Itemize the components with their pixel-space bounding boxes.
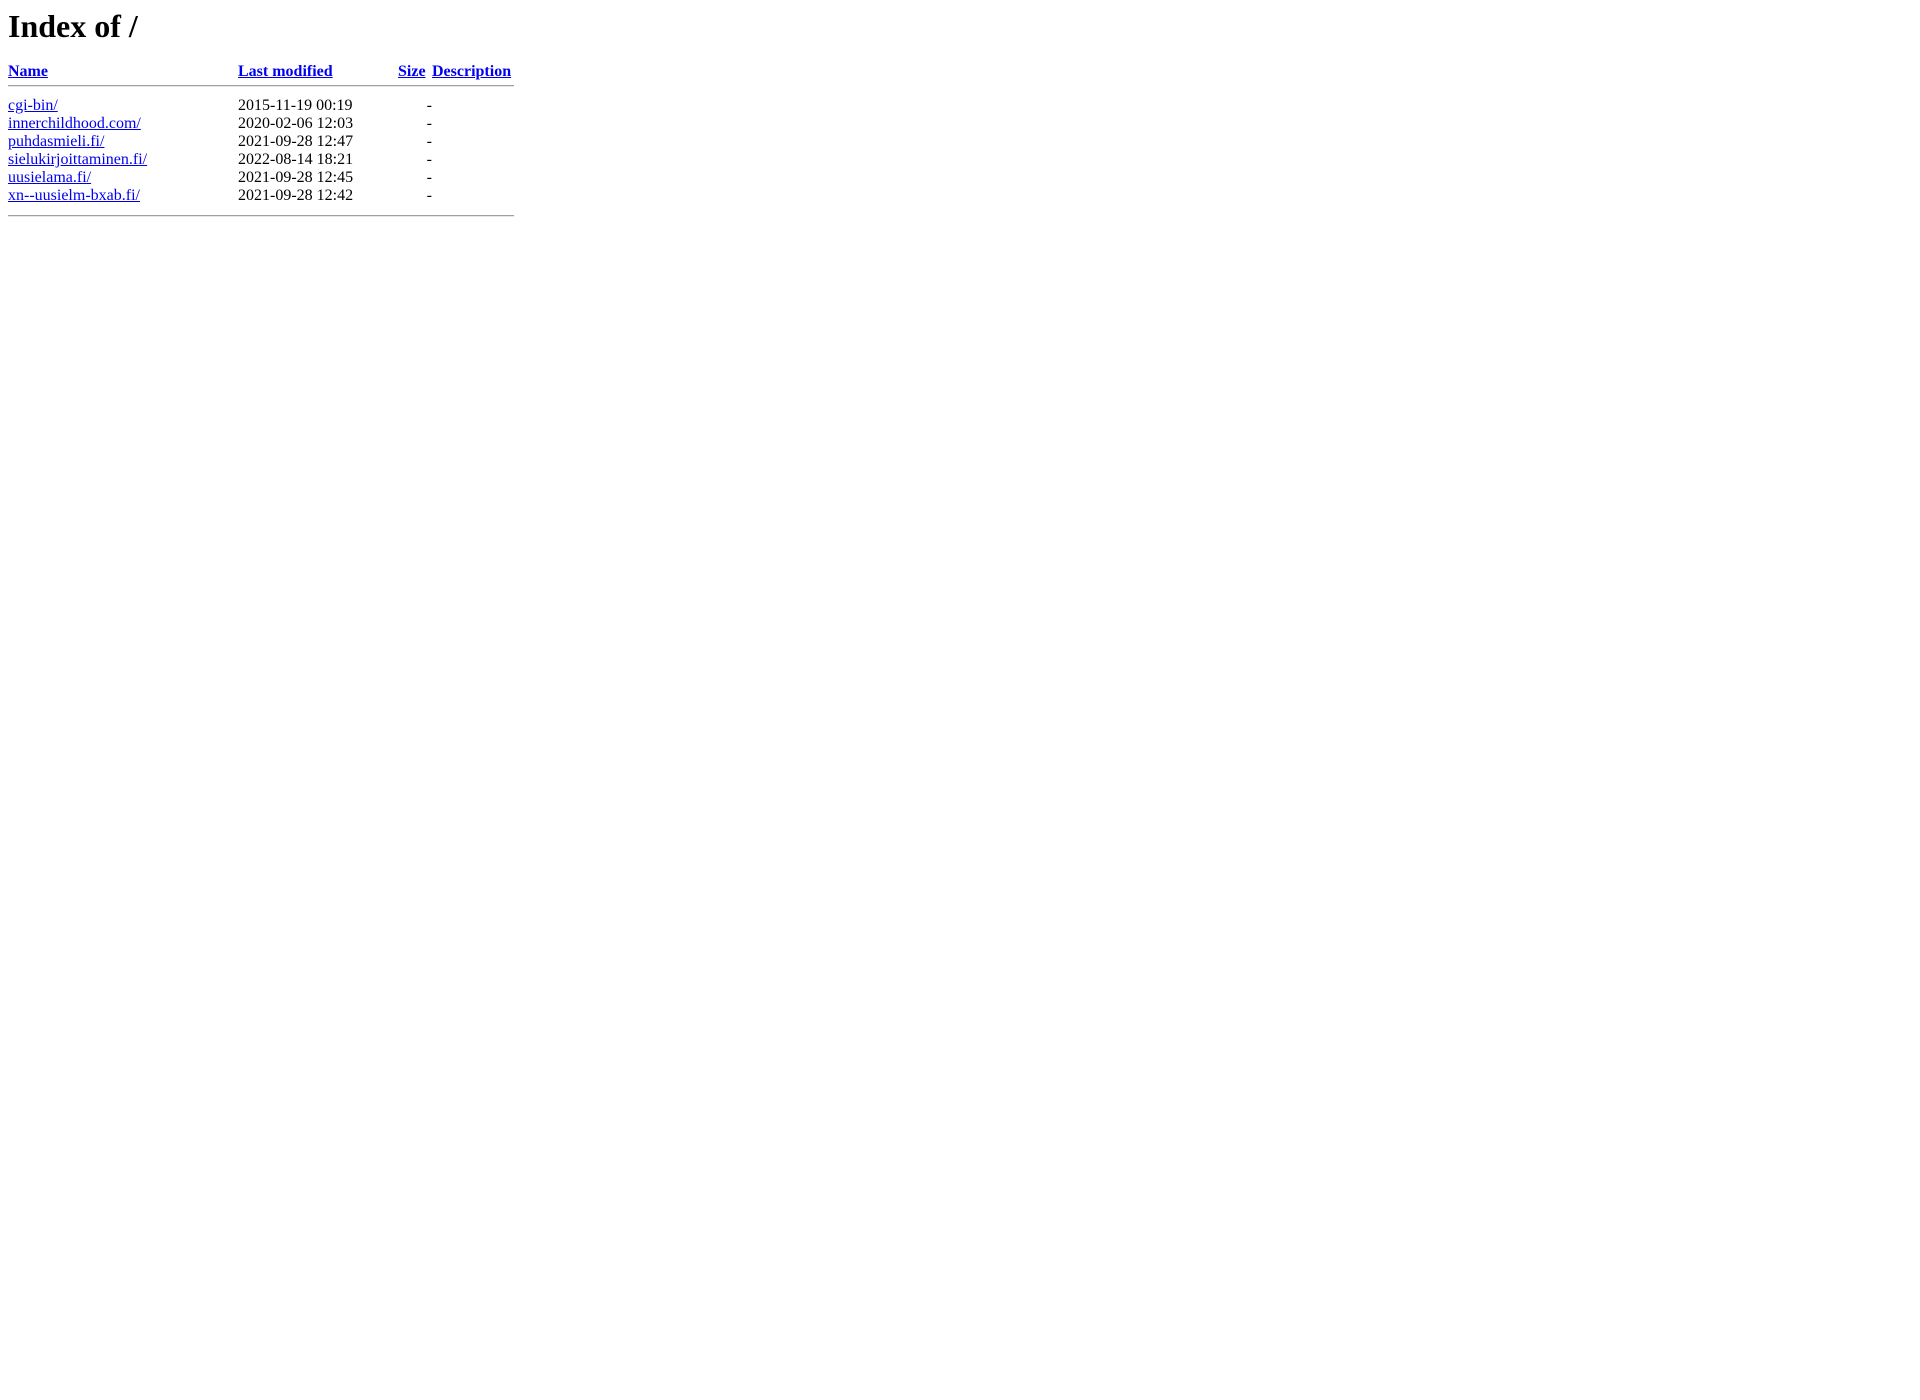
cell-description <box>432 151 514 169</box>
directory-link[interactable]: xn--uusielm-bxab.fi/ <box>8 187 140 204</box>
table-row: innerchildhood.com/2020-02-06 12:03 - <box>8 115 514 133</box>
cell-last-modified: 2020-02-06 12:03 <box>238 114 354 132</box>
table-row: cgi-bin/2015-11-19 00:19 - <box>8 97 514 115</box>
cell-name: sielukirjoittaminen.fi/ <box>8 151 238 169</box>
table-header-row: Name Last modified Size Description <box>8 63 514 81</box>
directory-link[interactable]: uusielama.fi/ <box>8 169 91 186</box>
horizontal-rule-top <box>8 84 514 87</box>
directory-link[interactable]: sielukirjoittaminen.fi/ <box>8 151 147 168</box>
header-separator-cell <box>8 81 514 91</box>
cell-size: - <box>426 96 432 114</box>
sort-by-name-link[interactable]: Name <box>8 63 48 80</box>
directory-link[interactable]: puhdasmieli.fi/ <box>8 133 104 150</box>
page-title: Index of / <box>8 8 138 44</box>
cell-size: - <box>426 150 432 168</box>
cell-last-modified: 2021-09-28 12:42 <box>238 186 354 204</box>
sort-by-description-link[interactable]: Description <box>432 63 511 80</box>
cell-name: xn--uusielm-bxab.fi/ <box>8 187 238 205</box>
table-row: sielukirjoittaminen.fi/2022-08-14 18:21 - <box>8 151 514 169</box>
column-header-size: Size <box>398 63 432 81</box>
table-body: cgi-bin/2015-11-19 00:19- innerchildhood.… <box>8 91 514 211</box>
cell-last-modified: 2021-09-28 12:45 <box>238 168 354 186</box>
sort-by-size-link[interactable]: Size <box>398 63 426 80</box>
cell-name: puhdasmieli.fi/ <box>8 133 238 151</box>
directory-link[interactable]: cgi-bin/ <box>8 97 58 114</box>
cell-description <box>432 115 514 133</box>
cell-last-modified: 2021-09-28 12:47 <box>238 132 354 150</box>
table-header: Name Last modified Size Description <box>8 63 514 91</box>
table-row: xn--uusielm-bxab.fi/2021-09-28 12:42 - <box>8 187 514 205</box>
column-header-name: Name <box>8 63 238 81</box>
directory-link[interactable]: innerchildhood.com/ <box>8 115 141 132</box>
cell-last-modified: 2022-08-14 18:21 <box>238 150 354 168</box>
footer-separator-row <box>8 211 514 221</box>
cell-name: cgi-bin/ <box>8 97 238 115</box>
table-footer <box>8 211 514 221</box>
column-header-last-modified: Last modified <box>238 63 398 81</box>
cell-description <box>432 97 514 115</box>
cell-description <box>432 169 514 187</box>
footer-separator-cell <box>8 211 514 221</box>
header-separator-row <box>8 81 514 91</box>
horizontal-rule-bottom <box>8 214 514 217</box>
cell-size: - <box>426 114 432 132</box>
column-header-description: Description <box>432 63 514 81</box>
cell-name: uusielama.fi/ <box>8 169 238 187</box>
sort-by-last-modified-link[interactable]: Last modified <box>238 63 333 80</box>
cell-name: innerchildhood.com/ <box>8 115 238 133</box>
table-row: puhdasmieli.fi/2021-09-28 12:47 - <box>8 133 514 151</box>
cell-description <box>432 187 514 205</box>
cell-last-modified: 2015-11-19 00:19 <box>238 96 353 114</box>
directory-index-page: Index of / Name Last modified Size Descr… <box>0 0 1920 229</box>
cell-size: - <box>426 186 432 204</box>
table-row: uusielama.fi/2021-09-28 12:45 - <box>8 169 514 187</box>
cell-description <box>432 133 514 151</box>
cell-size: - <box>426 132 432 150</box>
cell-size: - <box>426 168 432 186</box>
directory-listing-table: Name Last modified Size Description cgi-… <box>8 63 514 221</box>
